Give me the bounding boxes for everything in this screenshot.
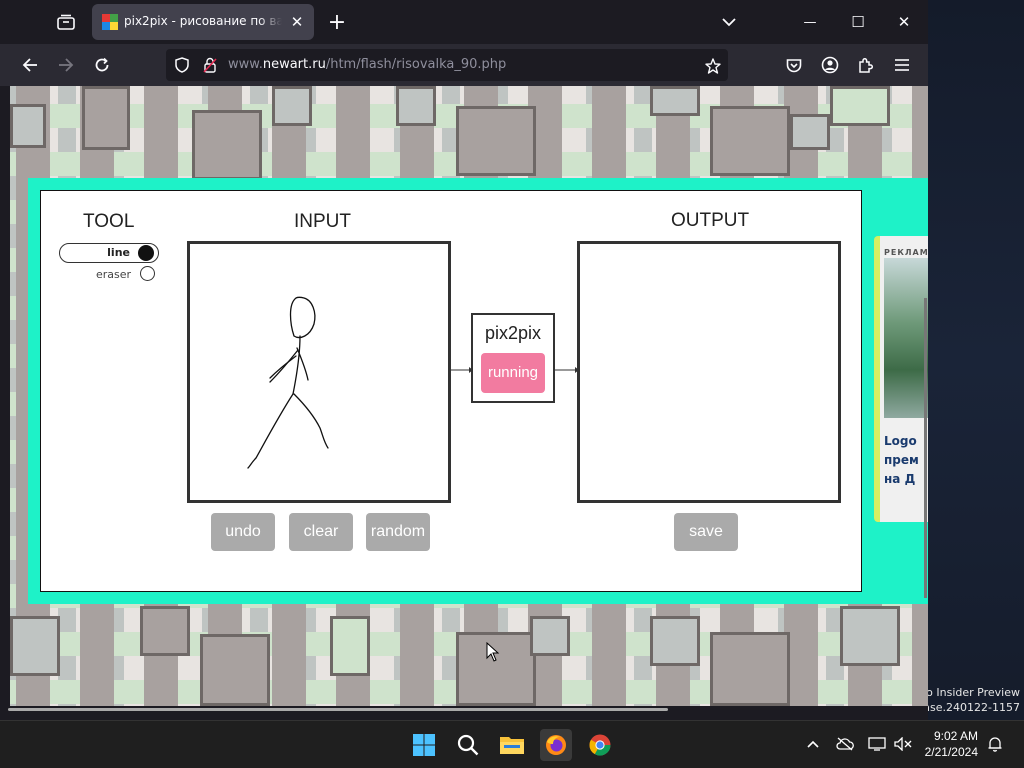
background-tile bbox=[790, 114, 830, 150]
insecure-lock-icon[interactable] bbox=[200, 55, 220, 75]
url-text[interactable]: www.newart.ru/htm/flash/risovalka_90.php bbox=[228, 57, 506, 72]
desktop-wallpaper: ro Insider Preview ease.240122-1157 bbox=[917, 0, 1024, 720]
cloud-offline-icon[interactable] bbox=[836, 735, 854, 753]
tool-heading: TOOL bbox=[83, 211, 135, 232]
frame-scrollbar[interactable] bbox=[924, 298, 927, 598]
display-icon[interactable] bbox=[868, 735, 886, 753]
maximize-button[interactable]: ☐ bbox=[844, 10, 872, 34]
start-windows-icon[interactable] bbox=[408, 729, 440, 761]
site-favicon-icon bbox=[102, 14, 118, 30]
background-tile bbox=[710, 106, 790, 176]
tool-line-toggle[interactable]: line bbox=[59, 243, 159, 263]
app-frame: TOOL line eraser INPUT OUTPUT pix2pix ru… bbox=[28, 178, 928, 604]
arrow-to-model bbox=[449, 367, 473, 373]
undo-button[interactable]: undo bbox=[211, 513, 275, 551]
drawing-panel: TOOL line eraser INPUT OUTPUT pix2pix ru… bbox=[40, 190, 886, 592]
mouse-cursor-icon bbox=[486, 642, 500, 662]
background-tile bbox=[330, 616, 370, 676]
input-canvas[interactable] bbox=[187, 241, 451, 503]
minimize-button[interactable]: — bbox=[796, 10, 824, 34]
windows-watermark-line1: ro Insider Preview bbox=[921, 686, 1020, 699]
line-selected-indicator bbox=[138, 245, 154, 261]
window-close-button[interactable]: ✕ bbox=[890, 10, 918, 34]
new-tab-button[interactable]: + bbox=[324, 8, 350, 36]
background-tile bbox=[840, 606, 900, 666]
background-tile bbox=[710, 632, 790, 706]
save-button[interactable]: save bbox=[674, 513, 738, 551]
system-clock[interactable]: 9:02 AM 2/21/2024 bbox=[925, 728, 978, 760]
background-tile bbox=[10, 104, 46, 148]
extensions-puzzle-icon[interactable] bbox=[854, 53, 878, 77]
clear-button[interactable]: clear bbox=[289, 513, 353, 551]
tab-overview-icon[interactable] bbox=[54, 10, 78, 34]
background-tile bbox=[140, 606, 190, 656]
bookmark-star-icon[interactable] bbox=[702, 55, 724, 77]
tab-title: pix2pix - рисование по вашему bbox=[124, 14, 282, 28]
background-tile bbox=[10, 616, 60, 676]
background-tile bbox=[650, 616, 700, 666]
random-button[interactable]: random bbox=[366, 513, 430, 551]
tab-close-icon[interactable]: ✕ bbox=[288, 13, 306, 31]
chrome-icon[interactable] bbox=[584, 729, 616, 761]
ad-image bbox=[884, 258, 928, 418]
background-tile bbox=[272, 86, 312, 126]
search-icon[interactable] bbox=[452, 729, 484, 761]
firefox-icon[interactable] bbox=[540, 729, 572, 761]
background-tile bbox=[200, 634, 270, 706]
background-tile bbox=[456, 106, 536, 176]
output-heading: OUTPUT bbox=[671, 210, 750, 231]
reload-icon[interactable] bbox=[90, 53, 114, 77]
advertisement-banner[interactable]: РЕКЛАМ Logo прем на Д bbox=[874, 236, 928, 522]
ad-label: РЕКЛАМ bbox=[884, 248, 928, 257]
account-icon[interactable] bbox=[818, 53, 842, 77]
page-viewport: TOOL line eraser INPUT OUTPUT pix2pix ru… bbox=[10, 86, 928, 706]
eraser-radio-indicator bbox=[140, 266, 155, 281]
back-arrow-icon[interactable] bbox=[18, 53, 42, 77]
tool-eraser-toggle[interactable]: eraser bbox=[59, 265, 159, 285]
pocket-icon[interactable] bbox=[782, 53, 806, 77]
notification-bell-icon[interactable] bbox=[986, 735, 1004, 753]
stick-figure-sketch bbox=[247, 296, 329, 469]
tray-overflow-chevron-up-icon[interactable] bbox=[804, 735, 822, 753]
ad-text: Logo прем на Д bbox=[884, 434, 919, 486]
input-heading: INPUT bbox=[294, 211, 351, 232]
navigation-bar: www.newart.ru/htm/flash/risovalka_90.php bbox=[0, 44, 928, 86]
background-tile bbox=[192, 110, 262, 180]
tab-list-chevron-down-icon[interactable] bbox=[716, 10, 742, 34]
background-tile bbox=[530, 616, 570, 656]
tracking-shield-icon[interactable] bbox=[172, 55, 192, 75]
taskbar: 9:02 AM 2/21/2024 bbox=[0, 720, 1024, 768]
horizontal-scrollbar[interactable] bbox=[8, 708, 668, 711]
background-tile bbox=[396, 86, 436, 126]
running-status-badge: running bbox=[481, 353, 545, 393]
address-bar[interactable]: www.newart.ru/htm/flash/risovalka_90.php bbox=[166, 49, 728, 81]
tab-bar: pix2pix - рисование по вашему ✕ + — ☐ ✕ bbox=[0, 0, 928, 44]
windows-watermark-line2: ease.240122-1157 bbox=[916, 701, 1020, 714]
tool-eraser-label: eraser bbox=[95, 268, 131, 281]
output-canvas bbox=[577, 241, 841, 503]
clock-time: 9:02 AM bbox=[933, 729, 978, 743]
arrow-to-output bbox=[555, 367, 579, 373]
background-tile bbox=[650, 86, 700, 116]
menu-hamburger-icon[interactable] bbox=[890, 53, 914, 77]
browser-window: pix2pix - рисование по вашему ✕ + — ☐ ✕ … bbox=[0, 0, 928, 720]
tool-line-label: line bbox=[107, 246, 130, 259]
volume-muted-icon[interactable] bbox=[894, 735, 912, 753]
background-tile bbox=[830, 86, 890, 126]
model-name: pix2pix bbox=[484, 323, 542, 343]
file-explorer-icon[interactable] bbox=[496, 729, 528, 761]
pix2pix-model-box: pix2pix running bbox=[471, 313, 555, 403]
clock-date: 2/21/2024 bbox=[924, 745, 978, 759]
forward-arrow-icon[interactable] bbox=[54, 53, 78, 77]
background-tile bbox=[82, 86, 130, 150]
tab-pix2pix[interactable]: pix2pix - рисование по вашему ✕ bbox=[92, 4, 314, 40]
